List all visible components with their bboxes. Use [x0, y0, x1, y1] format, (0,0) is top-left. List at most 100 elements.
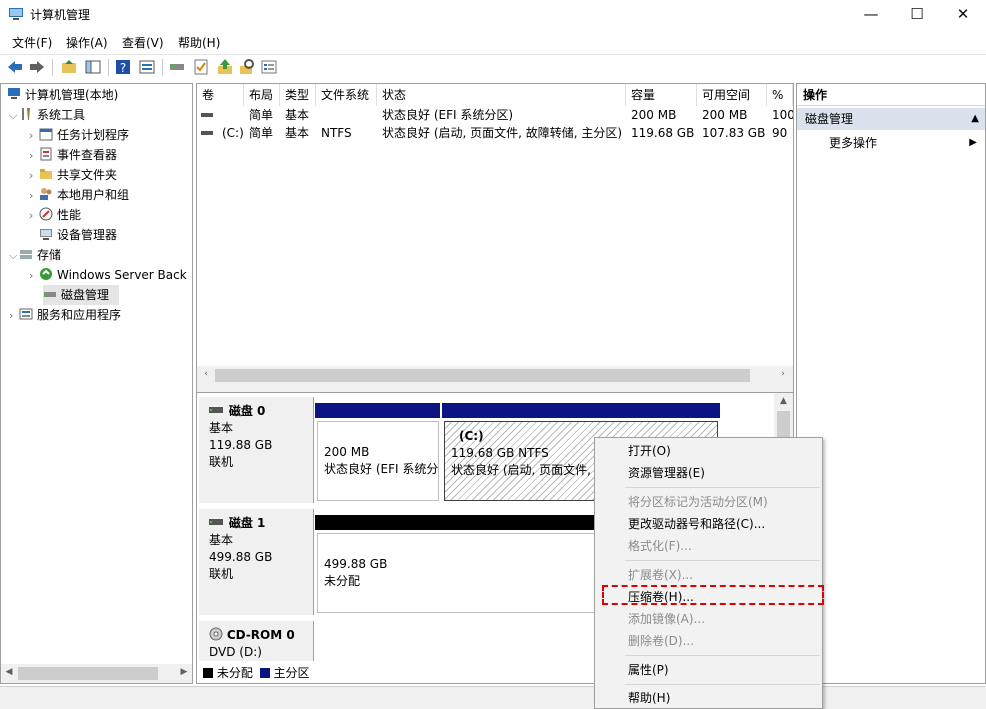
col-layout[interactable]: 布局 — [244, 84, 280, 106]
col-filesystem[interactable]: 文件系统 — [316, 84, 377, 106]
cell-percent: 90 — [772, 126, 788, 140]
legend: 未分配 主分区 — [203, 664, 310, 682]
cell-capacity: 119.68 GB — [631, 126, 695, 140]
col-volume[interactable]: 卷 — [197, 84, 244, 106]
scroll-left-icon[interactable]: ‹ — [200, 369, 212, 379]
col-percent-free[interactable]: % 可 — [767, 84, 793, 106]
ctx-explorer[interactable]: 资源管理器(E) — [628, 463, 705, 483]
cdrom-info[interactable]: CD-ROM 0 DVD (D:) — [199, 621, 314, 661]
scrollbar-thumb[interactable] — [18, 667, 158, 680]
close-button[interactable]: ✕ — [940, 0, 986, 30]
volume-list-scrollbar[interactable]: ‹ › — [197, 366, 793, 385]
col-type[interactable]: 类型 — [280, 84, 316, 106]
ctx-mark-active: 将分区标记为活动分区(M) — [628, 495, 768, 509]
menu-action[interactable]: 操作(A) — [66, 34, 108, 51]
scroll-right-icon[interactable]: › — [777, 369, 789, 379]
chevron-right-icon[interactable]: › — [29, 266, 39, 286]
efi-partition[interactable]: 200 MB 状态良好 (EFI 系统分 — [317, 421, 439, 501]
chevron-down-icon[interactable]: ⌵ — [9, 246, 19, 266]
tree-storage[interactable]: ⌵ 存储 — [9, 245, 61, 265]
efi-size: 200 MB — [324, 445, 370, 459]
tree-windows-server-backup[interactable]: › Windows Server Back — [29, 265, 187, 285]
tree-task-scheduler-label: 任务计划程序 — [57, 128, 130, 142]
more-actions-item[interactable]: 更多操作 ▶ — [797, 133, 985, 153]
forward-arrow-icon[interactable] — [28, 58, 46, 76]
collapse-up-icon[interactable]: ▲ — [971, 108, 979, 130]
ctx-open[interactable]: 打开(O) — [628, 441, 671, 461]
menu-view[interactable]: 查看(V) — [122, 34, 164, 51]
tree-shared-folders-label: 共享文件夹 — [57, 168, 118, 182]
unallocated-size: 499.88 GB — [324, 557, 388, 571]
chevron-right-icon[interactable]: › — [29, 126, 39, 146]
import-icon[interactable] — [216, 58, 234, 76]
chevron-right-icon[interactable]: › — [29, 186, 39, 206]
chevron-right-icon[interactable]: › — [29, 146, 39, 166]
back-arrow-icon[interactable] — [6, 58, 24, 76]
tree-event-viewer[interactable]: › 事件查看器 — [29, 145, 117, 165]
tree-services[interactable]: › 服务和应用程序 — [9, 305, 121, 325]
services-icon — [19, 308, 33, 320]
disk1-info[interactable]: 磁盘 1 基本 499.88 GB 联机 — [199, 509, 314, 615]
backup-icon — [40, 268, 52, 280]
device-manager-icon — [40, 229, 52, 240]
tree-local-users[interactable]: › 本地用户和组 — [29, 185, 129, 205]
export-list-icon[interactable] — [260, 58, 278, 76]
tree-performance[interactable]: › 性能 — [29, 205, 81, 225]
menu-bar: 文件(F) 操作(A) 查看(V) 帮助(H) — [0, 30, 986, 52]
disk1-size: 499.88 GB — [209, 550, 273, 564]
minimize-button[interactable]: — — [848, 0, 894, 30]
status-bar — [0, 686, 986, 709]
menu-help[interactable]: 帮助(H) — [178, 34, 220, 51]
actions-section-label: 磁盘管理 — [805, 112, 854, 126]
cell-status: 状态良好 (启动, 页面文件, 故障转储, 主分区) — [382, 126, 623, 140]
tree-task-scheduler[interactable]: › 任务计划程序 — [29, 125, 129, 145]
ctx-help[interactable]: 帮助(H) — [628, 688, 670, 708]
c-partition-name: (C:) — [459, 429, 484, 443]
help-icon[interactable]: ? — [114, 58, 132, 76]
ctx-change-letter[interactable]: 更改驱动器号和路径(C)... — [628, 514, 765, 534]
up-folder-icon[interactable] — [60, 58, 78, 76]
search-icon[interactable] — [238, 58, 256, 76]
scrollbar-thumb[interactable] — [215, 369, 750, 382]
computer-management-icon — [9, 8, 23, 20]
cdrom-drive: DVD (D:) — [209, 645, 262, 659]
tree-device-manager[interactable]: 设备管理器 — [39, 225, 117, 245]
tree-shared-folders[interactable]: › 共享文件夹 — [29, 165, 117, 185]
chevron-right-icon[interactable]: › — [9, 306, 19, 326]
checklist-icon[interactable] — [192, 58, 210, 76]
col-capacity[interactable]: 容量 — [626, 84, 697, 106]
ctx-properties[interactable]: 属性(P) — [628, 660, 669, 680]
menu-file[interactable]: 文件(F) — [12, 34, 52, 51]
tree-root[interactable]: 计算机管理(本地) — [7, 85, 118, 105]
shrink-volume-highlight — [602, 585, 824, 605]
scroll-left-icon[interactable]: ◀ — [3, 667, 15, 677]
c-partition-size: 119.68 GB NTFS — [451, 446, 549, 460]
chevron-right-icon[interactable]: › — [29, 206, 39, 226]
actions-section-disk-management[interactable]: 磁盘管理 ▲ — [797, 108, 985, 130]
table-row[interactable]: 简单 基本 状态良好 (EFI 系统分区) 200 MB 200 MB 100 — [197, 106, 793, 124]
tree-horizontal-scrollbar[interactable]: ◀ ▶ — [1, 664, 192, 683]
chevron-down-icon[interactable]: ⌵ — [9, 106, 19, 126]
col-free[interactable]: 可用空间 — [697, 84, 767, 106]
pane-splitter[interactable] — [197, 385, 793, 393]
maximize-button[interactable]: ☐ — [894, 0, 940, 30]
tree-disk-management[interactable]: 磁盘管理 — [43, 285, 119, 305]
scroll-right-icon[interactable]: ▶ — [178, 667, 190, 677]
chevron-right-icon[interactable]: › — [29, 166, 39, 186]
tools-icon — [22, 108, 30, 120]
cdrom-icon — [209, 627, 223, 641]
properties-icon[interactable] — [138, 58, 156, 76]
legend-unallocated-label: 未分配 — [216, 666, 253, 680]
cell-layout: 简单 — [249, 108, 274, 122]
users-icon — [40, 188, 52, 200]
svg-text:?: ? — [120, 61, 126, 75]
scroll-up-icon[interactable]: ▲ — [777, 396, 790, 406]
col-status[interactable]: 状态 — [377, 84, 626, 106]
tree-system-tools[interactable]: ⌵ 系统工具 — [9, 105, 85, 125]
partition-bar — [442, 403, 720, 418]
console-tree-icon[interactable] — [84, 58, 102, 76]
connect-icon[interactable] — [168, 58, 186, 76]
table-row[interactable]: (C:) 简单 基本 NTFS 状态良好 (启动, 页面文件, 故障转储, 主分… — [197, 124, 793, 142]
disk0-info[interactable]: 磁盘 0 基本 119.88 GB 联机 — [199, 397, 314, 503]
cell-type: 基本 — [285, 108, 310, 122]
